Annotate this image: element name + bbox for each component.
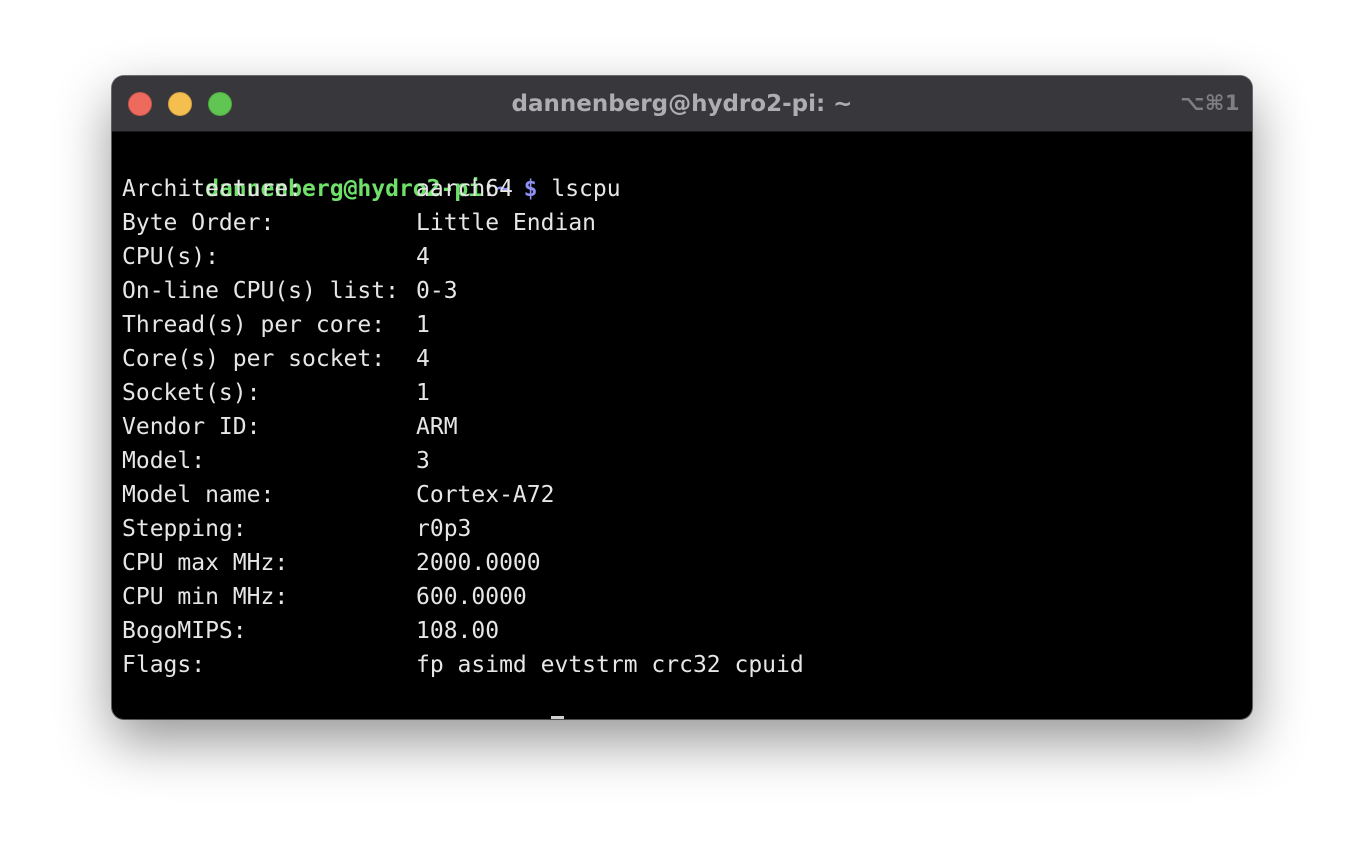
output-key: Stepping: — [122, 516, 247, 542]
output-value: 3 — [416, 448, 430, 474]
output-value: 4 — [416, 346, 430, 372]
output-value: 600.0000 — [416, 584, 527, 610]
output-line: On-line CPU(s) list: 0-3 — [122, 274, 1242, 308]
output-key: Model: — [122, 448, 206, 474]
output-value: 1 — [416, 380, 430, 406]
output-line: BogoMIPS: 108.00 — [122, 614, 1242, 648]
command-text: lscpu — [551, 176, 621, 202]
output-line: Model: 3 — [122, 444, 1242, 478]
output-value: 4 — [416, 244, 430, 270]
window-shortcut: ⌥⌘1 — [1180, 91, 1240, 115]
output-line: Byte Order: Little Endian — [122, 206, 1242, 240]
output-key: Architecture: — [122, 176, 303, 202]
output-value: r0p3 — [416, 516, 472, 542]
output-value: 1 — [416, 312, 430, 338]
output-line: Architecture: aarch64 — [122, 172, 1242, 206]
output-line: Stepping: r0p3 — [122, 512, 1242, 546]
output-key: Core(s) per socket: — [122, 346, 386, 372]
prompt-dollar: $ — [523, 176, 538, 202]
output-line: CPU max MHz: 2000.0000 — [122, 546, 1242, 580]
output-key: Vendor ID: — [122, 414, 261, 440]
output-key: Flags: — [122, 652, 206, 678]
output-value: 108.00 — [416, 618, 500, 644]
output-line: Vendor ID: ARM — [122, 410, 1242, 444]
output-key: CPU max MHz: — [122, 550, 289, 576]
output-key: CPU min MHz: — [122, 584, 289, 610]
output-line: CPU min MHz: 600.0000 — [122, 580, 1242, 614]
output-key: Socket(s): — [122, 380, 261, 406]
command-output: Architecture: aarch64 Byte Order: Little E… — [122, 172, 1242, 682]
output-key: Byte Order: — [122, 210, 275, 236]
output-key: CPU(s): — [122, 244, 219, 270]
command-line: dannenberg@hydro2-pi:~ $ lscpu — [122, 138, 1242, 202]
output-line: Flags: fp asimd evtstrm crc32 cpuid — [122, 648, 1242, 682]
title-bar[interactable]: dannenberg@hydro2-pi: ~ ⌥⌘1 — [112, 76, 1252, 132]
output-line: Core(s) per socket: 4 — [122, 342, 1242, 376]
output-value: 0-3 — [416, 278, 458, 304]
output-key: Thread(s) per core: — [122, 312, 386, 338]
terminal-content[interactable]: dannenberg@hydro2-pi:~ $ lscpu Architect… — [122, 138, 1242, 719]
output-value: aarch64 — [416, 176, 513, 202]
text-cursor[interactable] — [551, 715, 565, 719]
window-title: dannenberg@hydro2-pi: ~ — [511, 91, 853, 117]
output-value: Cortex-A72 — [416, 482, 555, 508]
output-key: Model name: — [122, 482, 275, 508]
output-value: 2000.0000 — [416, 550, 541, 576]
output-line: Thread(s) per core: 1 — [122, 308, 1242, 342]
output-value: fp asimd evtstrm crc32 cpuid — [416, 652, 804, 678]
output-value: Little Endian — [416, 210, 597, 236]
output-key: On-line CPU(s) list: — [122, 278, 399, 304]
output-line: Model name: Cortex-A72 — [122, 478, 1242, 512]
active-prompt-line[interactable]: dannenberg@hydro2-pi:~ $ — [122, 682, 1242, 719]
output-key: BogoMIPS: — [122, 618, 247, 644]
output-line: CPU(s): 4 — [122, 240, 1242, 274]
terminal-window[interactable]: dannenberg@hydro2-pi: ~ ⌥⌘1 dannenberg@h… — [112, 76, 1252, 719]
output-value: ARM — [416, 414, 458, 440]
output-line: Socket(s): 1 — [122, 376, 1242, 410]
